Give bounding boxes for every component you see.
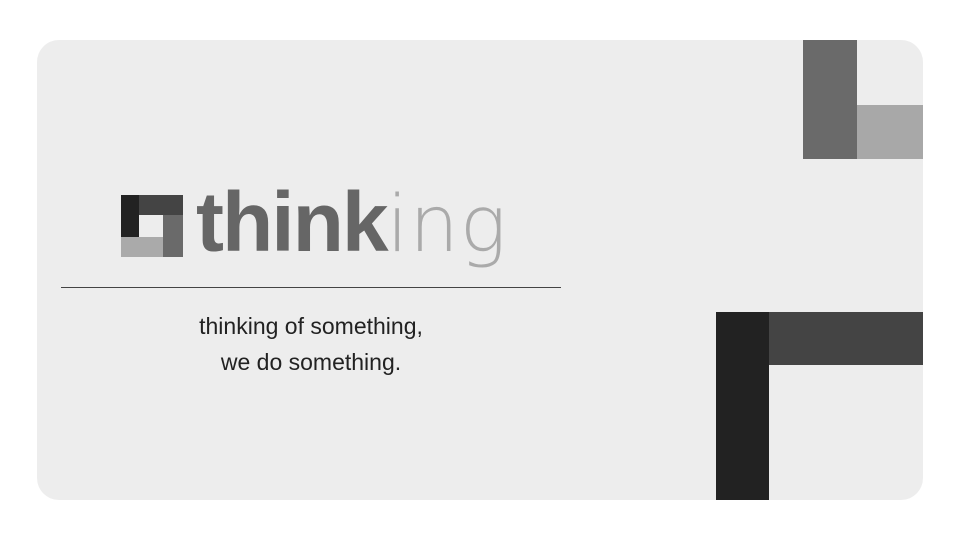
deco-block-top-dark: [803, 40, 857, 159]
logo-wordmark: thinking: [196, 172, 508, 275]
divider: [61, 287, 561, 288]
logo-mark-icon: [121, 195, 183, 257]
deco-block-bottom-vertical: [716, 312, 769, 500]
logo-light-text: ing: [386, 180, 508, 270]
deco-block-bottom-horizontal: [769, 312, 923, 365]
tagline: thinking of something, we do something.: [61, 308, 561, 380]
tagline-line-2: we do something.: [220, 349, 402, 375]
deco-block-top-light: [857, 105, 923, 159]
logo-bold-text: think: [196, 175, 389, 269]
tagline-line-1: thinking of something,: [199, 313, 423, 339]
